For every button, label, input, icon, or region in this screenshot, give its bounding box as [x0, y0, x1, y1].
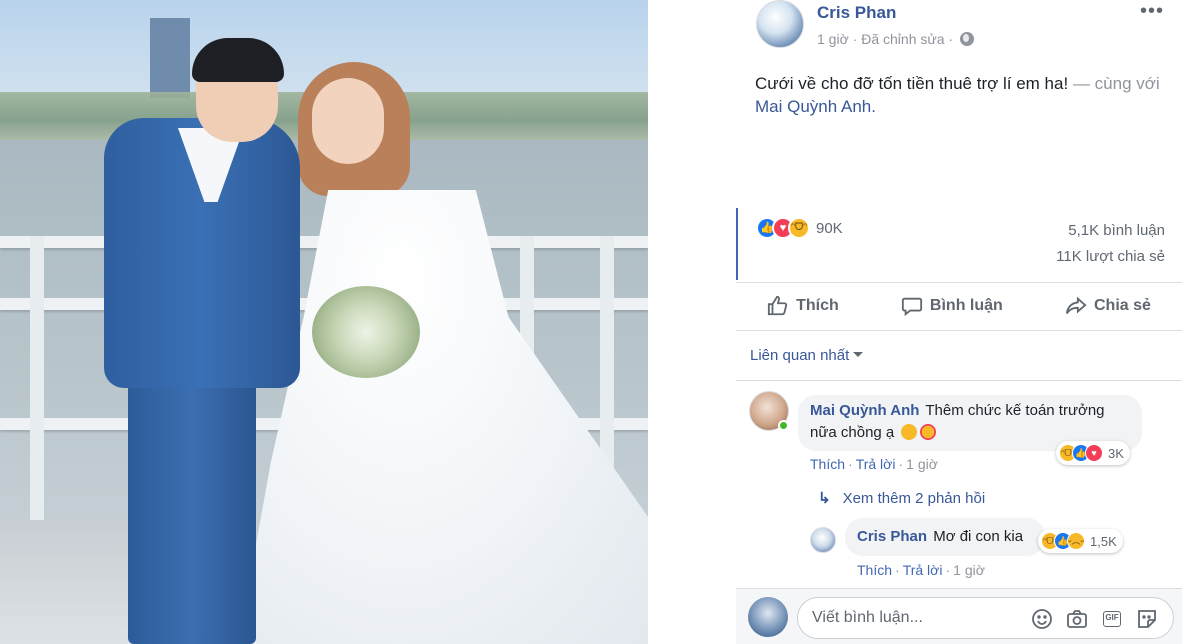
post-header: Cris Phan 1 giờ · Đã chỉnh sửa · •••: [648, 0, 1182, 54]
post-meta: 1 giờ · Đã chỉnh sửa ·: [817, 31, 974, 47]
comment-reply-link[interactable]: Trả lời: [856, 456, 896, 472]
share-count[interactable]: 11K lượt chia sẻ: [1056, 248, 1165, 265]
reply-time[interactable]: 1 giờ: [953, 562, 985, 578]
reply-reactions[interactable]: ᵔᗜᵔ 👍 ᵕ︵ᵕ 1,5K: [1038, 529, 1123, 553]
love-icon: ♥: [1085, 444, 1103, 462]
thumbs-up-icon: [767, 295, 788, 316]
replier-name[interactable]: Cris Phan: [857, 528, 927, 545]
post-time[interactable]: 1 giờ: [817, 31, 849, 47]
comment-text-line1: Thêm chức kế toán trưởng: [925, 402, 1105, 419]
divider: [736, 282, 1182, 283]
author-name[interactable]: Cris Phan: [817, 3, 896, 23]
post-photo[interactable]: [0, 0, 648, 644]
online-status-indicator: [778, 420, 789, 431]
share-button[interactable]: Chia sẻ: [1065, 295, 1151, 317]
photo-railing-post: [30, 236, 44, 536]
comment-time[interactable]: 1 giờ: [906, 456, 938, 472]
gif-icon[interactable]: GIF: [1100, 607, 1124, 631]
comment-count[interactable]: 5,1K bình luận: [1068, 222, 1165, 239]
emoji-icon[interactable]: [1030, 607, 1054, 631]
sort-label: Liên quan nhất: [750, 347, 850, 364]
focus-indicator: [736, 208, 738, 280]
more-options-icon[interactable]: •••: [1140, 0, 1164, 23]
photo-groom-hair: [192, 38, 284, 82]
photo-bouquet: [312, 286, 420, 378]
with-text: — cùng với: [1072, 74, 1160, 93]
reply-bubble: Cris Phan Mơ đi con kia: [845, 518, 1045, 556]
commenter-name[interactable]: Mai Quỳnh Anh: [810, 402, 919, 419]
edited-label[interactable]: Đã chỉnh sửa: [861, 31, 944, 47]
chevron-down-icon: [853, 352, 864, 357]
view-more-replies[interactable]: ↳ Xem thêm 2 phản hồi: [818, 489, 985, 507]
comment-composer: GIF: [797, 597, 1174, 639]
comment-icon: [901, 297, 923, 317]
divider: [736, 380, 1182, 381]
reply-actions: Thích · Trả lời · 1 giờ: [857, 562, 985, 578]
reply-reply-link[interactable]: Trả lời: [903, 562, 943, 578]
globe-icon[interactable]: [959, 32, 974, 46]
divider: [736, 330, 1182, 331]
meta-separator: ·: [852, 31, 858, 47]
comment-reaction-count: 3K: [1108, 445, 1124, 461]
photo-bride-face: [312, 78, 384, 164]
comment-actions: Thích · Trả lời · 1 giờ: [810, 456, 938, 472]
photo-building: [150, 18, 190, 98]
gif-label: GIF: [1103, 611, 1121, 627]
photo-groom-trousers: [128, 360, 256, 644]
haha-icon: ᵔᗜᵔ: [788, 217, 810, 239]
comment-button[interactable]: Bình luận: [901, 295, 1003, 317]
post-caption: Cưới về cho đỡ tốn tiền thuê trợ lí em h…: [755, 72, 1175, 118]
reply-reaction-count: 1,5K: [1090, 533, 1117, 549]
comment-button-label: Bình luận: [929, 297, 1003, 314]
reply-avatar[interactable]: [810, 527, 836, 553]
comment-sort-dropdown[interactable]: Liên quan nhất: [750, 347, 864, 364]
comment-reactions[interactable]: ᵔᗜᵔ 👍 ♥ 3K: [1056, 441, 1130, 465]
camera-icon[interactable]: [1065, 607, 1089, 631]
caption-text: Cưới về cho đỡ tốn tiền thuê trợ lí em h…: [755, 74, 1069, 93]
smiling-hearts-emoji: [920, 424, 937, 440]
tagged-person-link[interactable]: Mai Quỳnh Anh.: [755, 97, 876, 116]
reaction-count[interactable]: 90K: [816, 220, 843, 237]
sticker-icon[interactable]: [1135, 607, 1159, 631]
post-actions: Thích Bình luận Chia sẻ: [736, 288, 1182, 324]
comment-text-line2: nữa chồng ạ: [810, 424, 895, 441]
like-button-label: Thích: [796, 297, 839, 314]
reply-text: Mơ đi con kia: [933, 528, 1024, 545]
like-button[interactable]: Thích: [767, 295, 839, 317]
reply-arrow-icon: ↳: [818, 490, 831, 507]
sad-icon: ᵕ︵ᵕ: [1067, 532, 1085, 550]
post-side-panel: Cris Phan 1 giờ · Đã chỉnh sửa · ••• Cướ…: [648, 0, 1182, 644]
reply-like-link[interactable]: Thích: [857, 562, 892, 578]
author-avatar[interactable]: [756, 0, 804, 48]
meta-separator: ·: [948, 31, 954, 47]
share-button-label: Chia sẻ: [1093, 297, 1151, 314]
comment-input[interactable]: [812, 598, 1032, 638]
post-reactions[interactable]: 👍 ♥ ᵔᗜᵔ 90K: [756, 216, 843, 240]
view-replies-label: Xem thêm 2 phản hồi: [842, 490, 986, 507]
kissing-heart-emoji: [901, 424, 918, 440]
current-user-avatar: [748, 597, 788, 637]
share-arrow-icon: [1065, 296, 1087, 314]
comment-like-link[interactable]: Thích: [810, 456, 845, 472]
